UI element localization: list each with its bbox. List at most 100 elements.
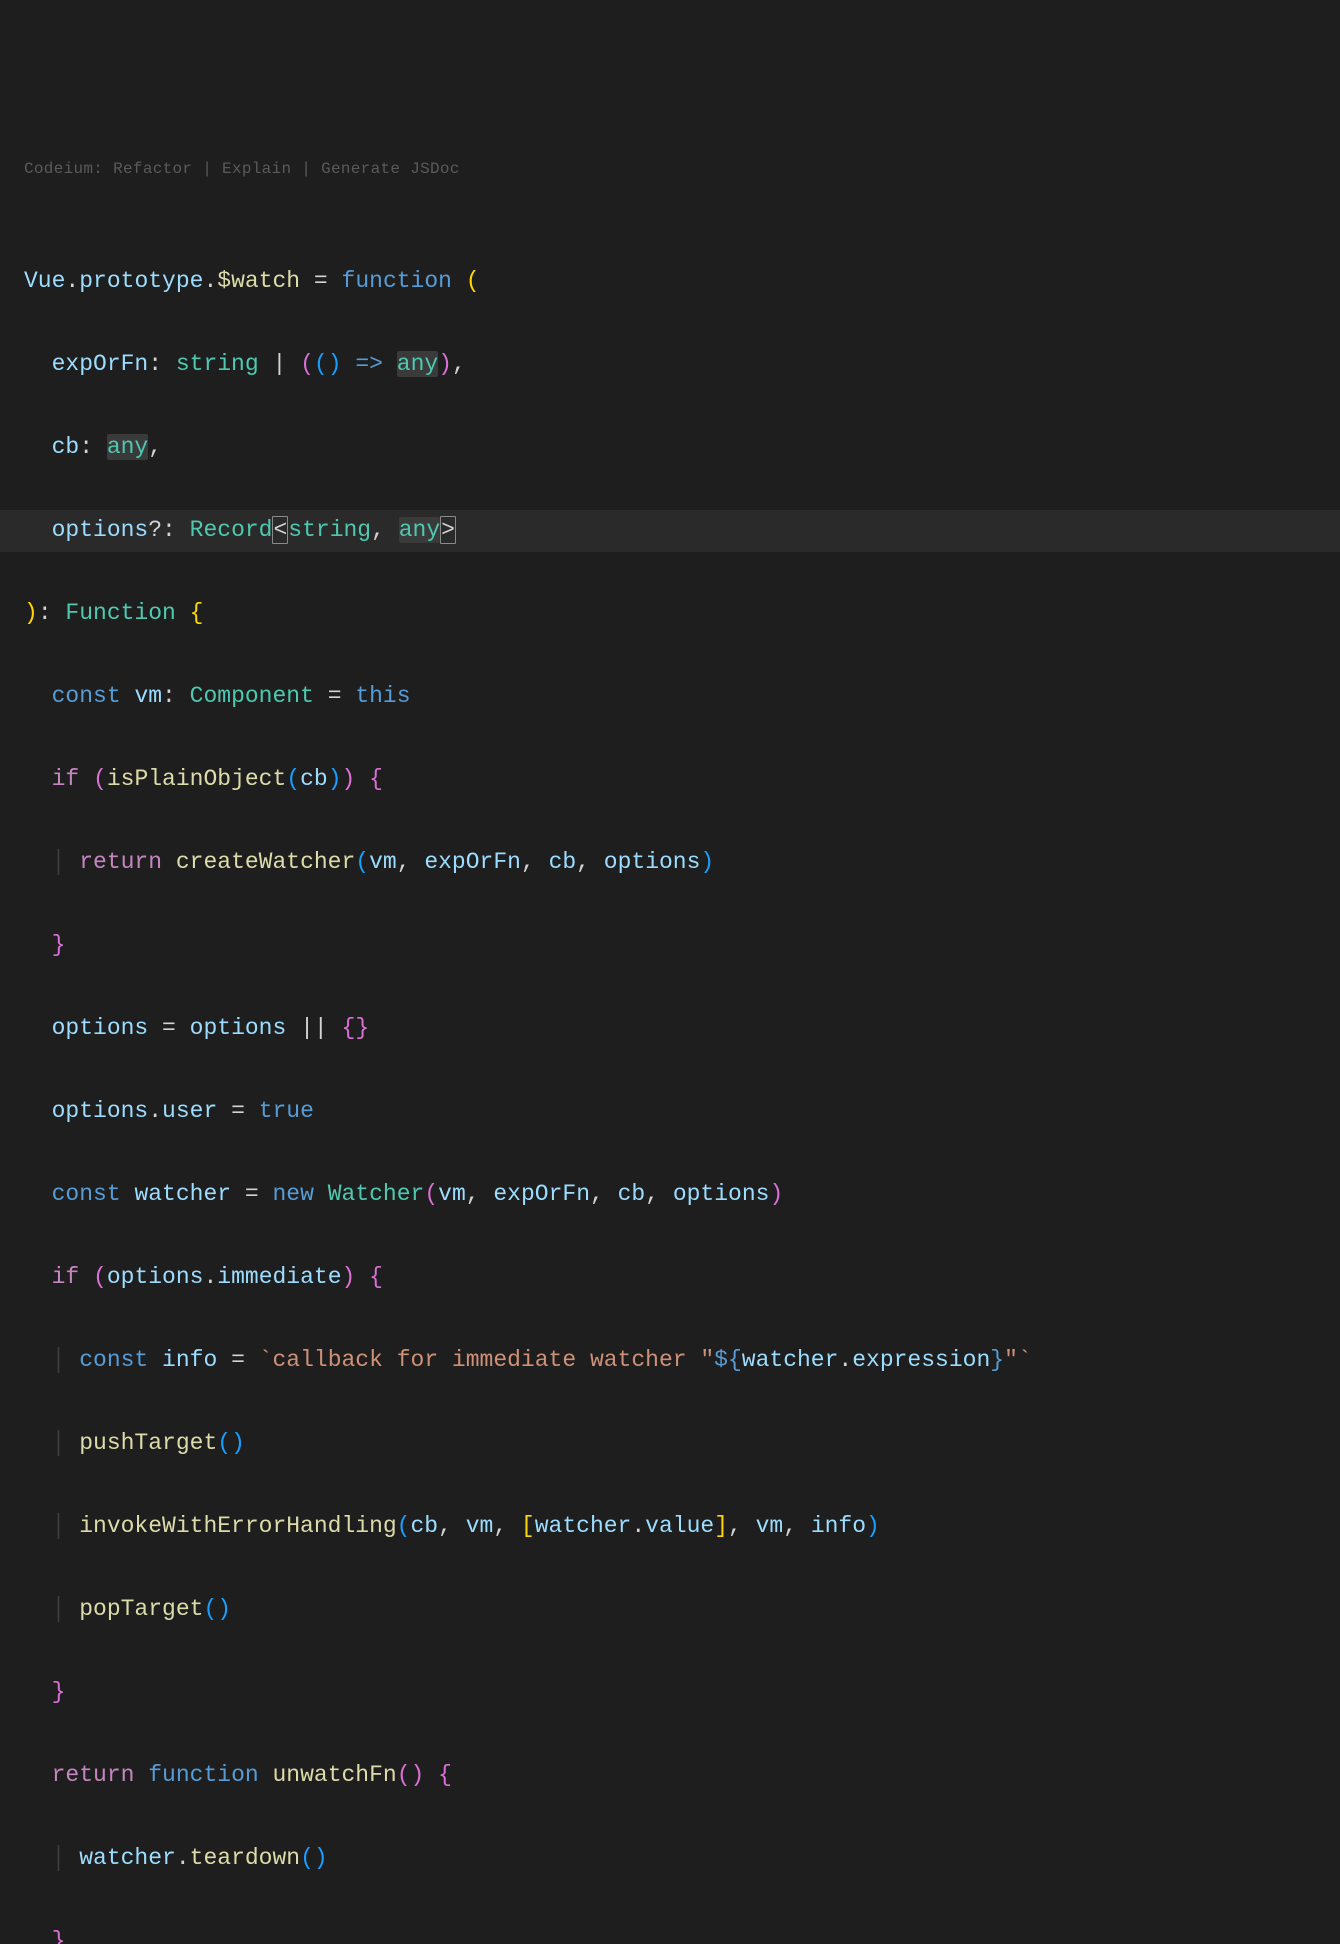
code-token: pushTarget [79, 1430, 217, 1456]
code-token: < [272, 516, 288, 544]
code-line[interactable]: Vue.prototype.$watch = function ( [24, 261, 1340, 303]
code-token: cb [300, 766, 328, 792]
code-token: watcher [535, 1513, 632, 1539]
code-token: , [645, 1181, 673, 1207]
code-token: ) [342, 1264, 356, 1290]
code-line[interactable]: if (isPlainObject(cb)) { [24, 759, 1340, 801]
code-token: expression [852, 1347, 990, 1373]
code-token: = [300, 268, 341, 294]
code-token [134, 1762, 148, 1788]
code-token: vm [134, 683, 162, 709]
code-token: ) [314, 1845, 328, 1871]
code-token: , [521, 849, 549, 875]
code-line[interactable]: } [24, 1672, 1340, 1714]
code-token: = [148, 1015, 189, 1041]
code-token [176, 600, 190, 626]
code-token: ) [231, 1430, 245, 1456]
code-line[interactable]: expOrFn: string | (() => any), [24, 344, 1340, 386]
code-token: expOrFn [493, 1181, 590, 1207]
code-token: function [342, 268, 452, 294]
code-line[interactable]: } [24, 925, 1340, 967]
code-line[interactable]: ): Function { [24, 593, 1340, 635]
code-line[interactable]: options = options || {} [24, 1008, 1340, 1050]
code-line[interactable]: │ pushTarget() [24, 1423, 1340, 1465]
code-token: > [440, 516, 456, 544]
code-token: Component [190, 683, 314, 709]
code-token: ) [217, 1596, 231, 1622]
code-token: Record [190, 517, 273, 543]
code-editor[interactable]: Vue.prototype.$watch = function ( expOrF… [0, 261, 1340, 1944]
code-token: teardown [190, 1845, 300, 1871]
code-token: const [52, 1181, 121, 1207]
code-line[interactable]: if (options.immediate) { [24, 1257, 1340, 1299]
code-token: ) [328, 766, 342, 792]
code-token: => [355, 351, 383, 377]
code-token: , [783, 1513, 811, 1539]
code-token: return [79, 849, 162, 875]
code-token: , [728, 1513, 756, 1539]
code-line[interactable]: options.user = true [24, 1091, 1340, 1133]
code-line[interactable]: options?: Record<string, any> [0, 510, 1340, 552]
code-token: cb [52, 434, 80, 460]
code-token [121, 1181, 135, 1207]
indent-guide: │ [52, 1430, 80, 1456]
code-token: } [52, 932, 66, 958]
code-token: return [52, 1762, 135, 1788]
code-token: , [466, 1181, 494, 1207]
code-token: ) [328, 351, 342, 377]
code-line[interactable]: cb: any, [24, 427, 1340, 469]
code-line[interactable]: │ popTarget() [24, 1589, 1340, 1631]
code-token: ( [93, 1264, 107, 1290]
code-token: . [148, 1098, 162, 1124]
code-lens-row: Codeium: Refactor | Explain | Generate J… [0, 160, 1340, 178]
code-token: isPlainObject [107, 766, 286, 792]
code-token: options [604, 849, 701, 875]
code-line[interactable]: } [24, 1921, 1340, 1944]
code-token: { [369, 766, 383, 792]
codelens-refactor[interactable]: Codeium: Refactor [24, 160, 192, 178]
code-token [424, 1762, 438, 1788]
indent-guide: │ [52, 1513, 80, 1539]
code-token: expOrFn [424, 849, 521, 875]
code-token [79, 1264, 93, 1290]
codelens-explain[interactable]: Explain [222, 160, 291, 178]
code-token [79, 766, 93, 792]
codelens-jsdoc[interactable]: Generate JSDoc [321, 160, 460, 178]
code-token: true [259, 1098, 314, 1124]
code-token: ?: [148, 517, 189, 543]
code-token [259, 1762, 273, 1788]
code-token: "` [1004, 1347, 1032, 1373]
code-token: ) [342, 766, 356, 792]
code-line[interactable]: │ return createWatcher(vm, expOrFn, cb, … [24, 842, 1340, 884]
code-token [148, 1347, 162, 1373]
code-token: options [673, 1181, 770, 1207]
code-token: } [52, 1928, 66, 1944]
code-token: options [52, 1015, 149, 1041]
code-token: { [369, 1264, 383, 1290]
code-token: . [838, 1347, 852, 1373]
code-token: vm [756, 1513, 784, 1539]
code-token: } [355, 1015, 369, 1041]
code-line[interactable]: │ const info = `callback for immediate w… [24, 1340, 1340, 1382]
code-line[interactable]: │ watcher.teardown() [24, 1838, 1340, 1880]
indent-guide: │ [52, 849, 80, 875]
code-line[interactable]: return function unwatchFn() { [24, 1755, 1340, 1797]
code-token: options [52, 1098, 149, 1124]
code-token: invokeWithErrorHandling [79, 1513, 396, 1539]
code-token: . [65, 268, 79, 294]
code-token: cb [618, 1181, 646, 1207]
code-token: ( [397, 1513, 411, 1539]
code-line[interactable]: const watcher = new Watcher(vm, expOrFn,… [24, 1174, 1340, 1216]
code-token: : [38, 600, 66, 626]
code-line[interactable]: const vm: Component = this [24, 676, 1340, 718]
code-token: `callback for immediate watcher " [259, 1347, 714, 1373]
code-token: const [52, 683, 121, 709]
code-token: = [231, 1181, 272, 1207]
code-token [383, 351, 397, 377]
code-token: ( [217, 1430, 231, 1456]
code-token: , [576, 849, 604, 875]
code-line[interactable]: │ invokeWithErrorHandling(cb, vm, [watch… [24, 1506, 1340, 1548]
code-token: prototype [79, 268, 203, 294]
code-token: cb [410, 1513, 438, 1539]
code-token: popTarget [79, 1596, 203, 1622]
